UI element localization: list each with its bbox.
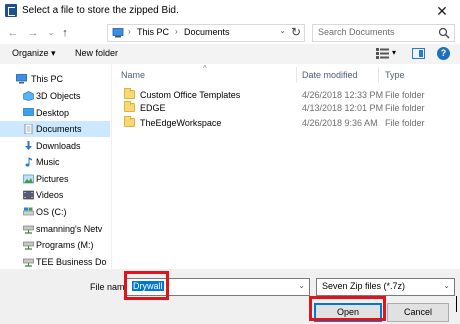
sidebar-item-downloads[interactable]: Downloads bbox=[0, 138, 110, 154]
network-drive-icon bbox=[23, 241, 34, 250]
sidebar-item-label: TEE Business Do bbox=[36, 257, 107, 267]
address-bar[interactable]: › This PC › Documents ⌄ ↻ bbox=[107, 24, 305, 42]
music-icon bbox=[25, 157, 32, 167]
file-list: ^ Name Date modified Type Custom Office … bbox=[112, 64, 460, 269]
breadcrumb-this-pc[interactable]: This PC bbox=[137, 27, 169, 37]
sidebar-item-documents[interactable]: Documents bbox=[0, 121, 110, 137]
sidebar-item-3d-objects[interactable]: 3D Objects bbox=[0, 88, 110, 104]
file-date: 4/26/2018 9:36 AM bbox=[302, 118, 378, 128]
column-header-type[interactable]: Type bbox=[385, 70, 405, 80]
preview-pane-icon[interactable] bbox=[412, 48, 425, 59]
column-divider[interactable] bbox=[378, 67, 379, 83]
search-placeholder: Search Documents bbox=[318, 27, 395, 37]
list-item[interactable]: Custom Office Templates 4/26/2018 12:33 … bbox=[117, 88, 457, 102]
window-title: Select a file to store the zipped Bid. bbox=[22, 5, 179, 16]
new-folder-button[interactable]: New folder bbox=[75, 48, 118, 58]
sidebar-item-videos[interactable]: Videos bbox=[0, 187, 110, 203]
organize-button[interactable]: Organize ▾ bbox=[12, 48, 56, 59]
sidebar-item-os-c[interactable]: OS (C:) bbox=[0, 204, 110, 220]
recent-locations-button[interactable]: ⌄ bbox=[44, 25, 58, 41]
list-item[interactable]: EDGE 4/13/2018 12:01 PM File folder bbox=[117, 101, 457, 115]
address-dropdown-icon[interactable]: ⌄ bbox=[279, 26, 286, 35]
breadcrumb-separator-icon: › bbox=[175, 27, 178, 36]
up-button[interactable]: ↑ bbox=[58, 25, 72, 41]
sidebar-item-label: Music bbox=[36, 157, 60, 167]
drive-icon bbox=[23, 207, 34, 216]
back-button[interactable]: ← bbox=[6, 25, 20, 41]
search-input[interactable]: Search Documents bbox=[312, 24, 455, 42]
sort-caret-icon: ^ bbox=[203, 64, 207, 73]
column-header-date[interactable]: Date modified bbox=[302, 70, 358, 80]
pc-icon bbox=[16, 74, 27, 84]
navigation-pane: This PC 3D Objects Desktop Documents Dow… bbox=[0, 64, 124, 269]
breadcrumb-documents[interactable]: Documents bbox=[184, 27, 230, 37]
search-icon bbox=[438, 27, 450, 39]
chevron-down-icon: ⌄ bbox=[443, 281, 450, 290]
network-drive-icon bbox=[23, 258, 34, 267]
sidebar-item-this-pc[interactable]: This PC bbox=[0, 71, 110, 87]
sidebar-item-label: Documents bbox=[36, 124, 82, 134]
app-icon bbox=[5, 4, 17, 17]
sidebar-item-label: Pictures bbox=[36, 174, 69, 184]
documents-icon bbox=[24, 124, 33, 134]
sidebar-item-label: Videos bbox=[36, 190, 64, 200]
view-dropdown-icon[interactable]: ▾ bbox=[392, 48, 396, 57]
highlight-box bbox=[309, 296, 386, 321]
folder-icon bbox=[124, 101, 135, 112]
sidebar-item-label: OS (C:) bbox=[36, 207, 67, 217]
sidebar-item-programs-m[interactable]: Programs (M:) bbox=[0, 237, 110, 253]
column-header-name[interactable]: Name bbox=[121, 70, 145, 80]
file-type: File folder bbox=[385, 90, 425, 100]
navigation-bar: ← → ⌄ ↑ › This PC › Documents ⌄ ↻ Search… bbox=[0, 22, 460, 44]
network-drive-icon bbox=[23, 225, 34, 234]
file-type-value: Seven Zip files (*.7z) bbox=[322, 281, 406, 291]
save-panel: File name: Drywall ⌄ Seven Zip files (*.… bbox=[0, 269, 460, 324]
file-type: File folder bbox=[385, 103, 425, 113]
folder-icon bbox=[124, 116, 135, 127]
pc-icon bbox=[112, 28, 124, 38]
text-cursor bbox=[456, 296, 457, 312]
sidebar-item-label: Desktop bbox=[36, 108, 70, 118]
chevron-down-icon[interactable]: ⌄ bbox=[298, 281, 305, 290]
sidebar-item-label: Downloads bbox=[36, 141, 81, 151]
help-icon[interactable]: ? bbox=[437, 47, 450, 60]
column-divider[interactable] bbox=[296, 67, 297, 83]
breadcrumb-separator-icon: › bbox=[128, 27, 131, 36]
title-bar: Select a file to store the zipped Bid. ✕ bbox=[0, 0, 460, 22]
sidebar-item-label: 3D Objects bbox=[36, 91, 81, 101]
sidebar-item-label: Programs (M:) bbox=[36, 240, 94, 250]
sidebar-item-label: smanning's Netv bbox=[36, 224, 103, 234]
close-button[interactable]: ✕ bbox=[428, 2, 456, 20]
download-icon bbox=[25, 141, 32, 150]
sidebar-item-label: This PC bbox=[31, 74, 64, 84]
sidebar-item-desktop[interactable]: Desktop bbox=[0, 105, 110, 121]
file-name: TheEdgeWorkspace bbox=[140, 118, 222, 128]
file-type-select[interactable]: Seven Zip files (*.7z) ⌄ bbox=[316, 278, 455, 296]
list-item[interactable]: TheEdgeWorkspace 4/26/2018 9:36 AM File … bbox=[117, 116, 457, 130]
command-bar: Organize ▾ New folder ▾ ? bbox=[0, 44, 460, 64]
file-name: EDGE bbox=[140, 103, 166, 113]
view-options-icon[interactable] bbox=[376, 48, 389, 59]
sidebar-item-network-drive-1[interactable]: smanning's Netv bbox=[0, 221, 110, 237]
file-name: Custom Office Templates bbox=[140, 90, 241, 100]
folder-icon bbox=[124, 88, 135, 99]
file-date: 4/13/2018 12:01 PM bbox=[302, 103, 384, 113]
sidebar-item-music[interactable]: Music bbox=[0, 154, 110, 170]
cube-icon bbox=[23, 91, 34, 101]
sidebar-item-pictures[interactable]: Pictures bbox=[0, 171, 110, 187]
sidebar-item-tee-business[interactable]: TEE Business Do bbox=[0, 254, 110, 269]
cancel-button[interactable]: Cancel bbox=[387, 303, 449, 322]
pictures-icon bbox=[23, 174, 34, 184]
highlight-box bbox=[124, 271, 169, 300]
file-date: 4/26/2018 12:33 PM bbox=[302, 90, 384, 100]
refresh-icon[interactable]: ↻ bbox=[291, 25, 301, 39]
forward-button[interactable]: → bbox=[26, 25, 40, 41]
videos-icon bbox=[23, 190, 34, 200]
desktop-icon bbox=[23, 108, 34, 116]
file-type: File folder bbox=[385, 118, 425, 128]
